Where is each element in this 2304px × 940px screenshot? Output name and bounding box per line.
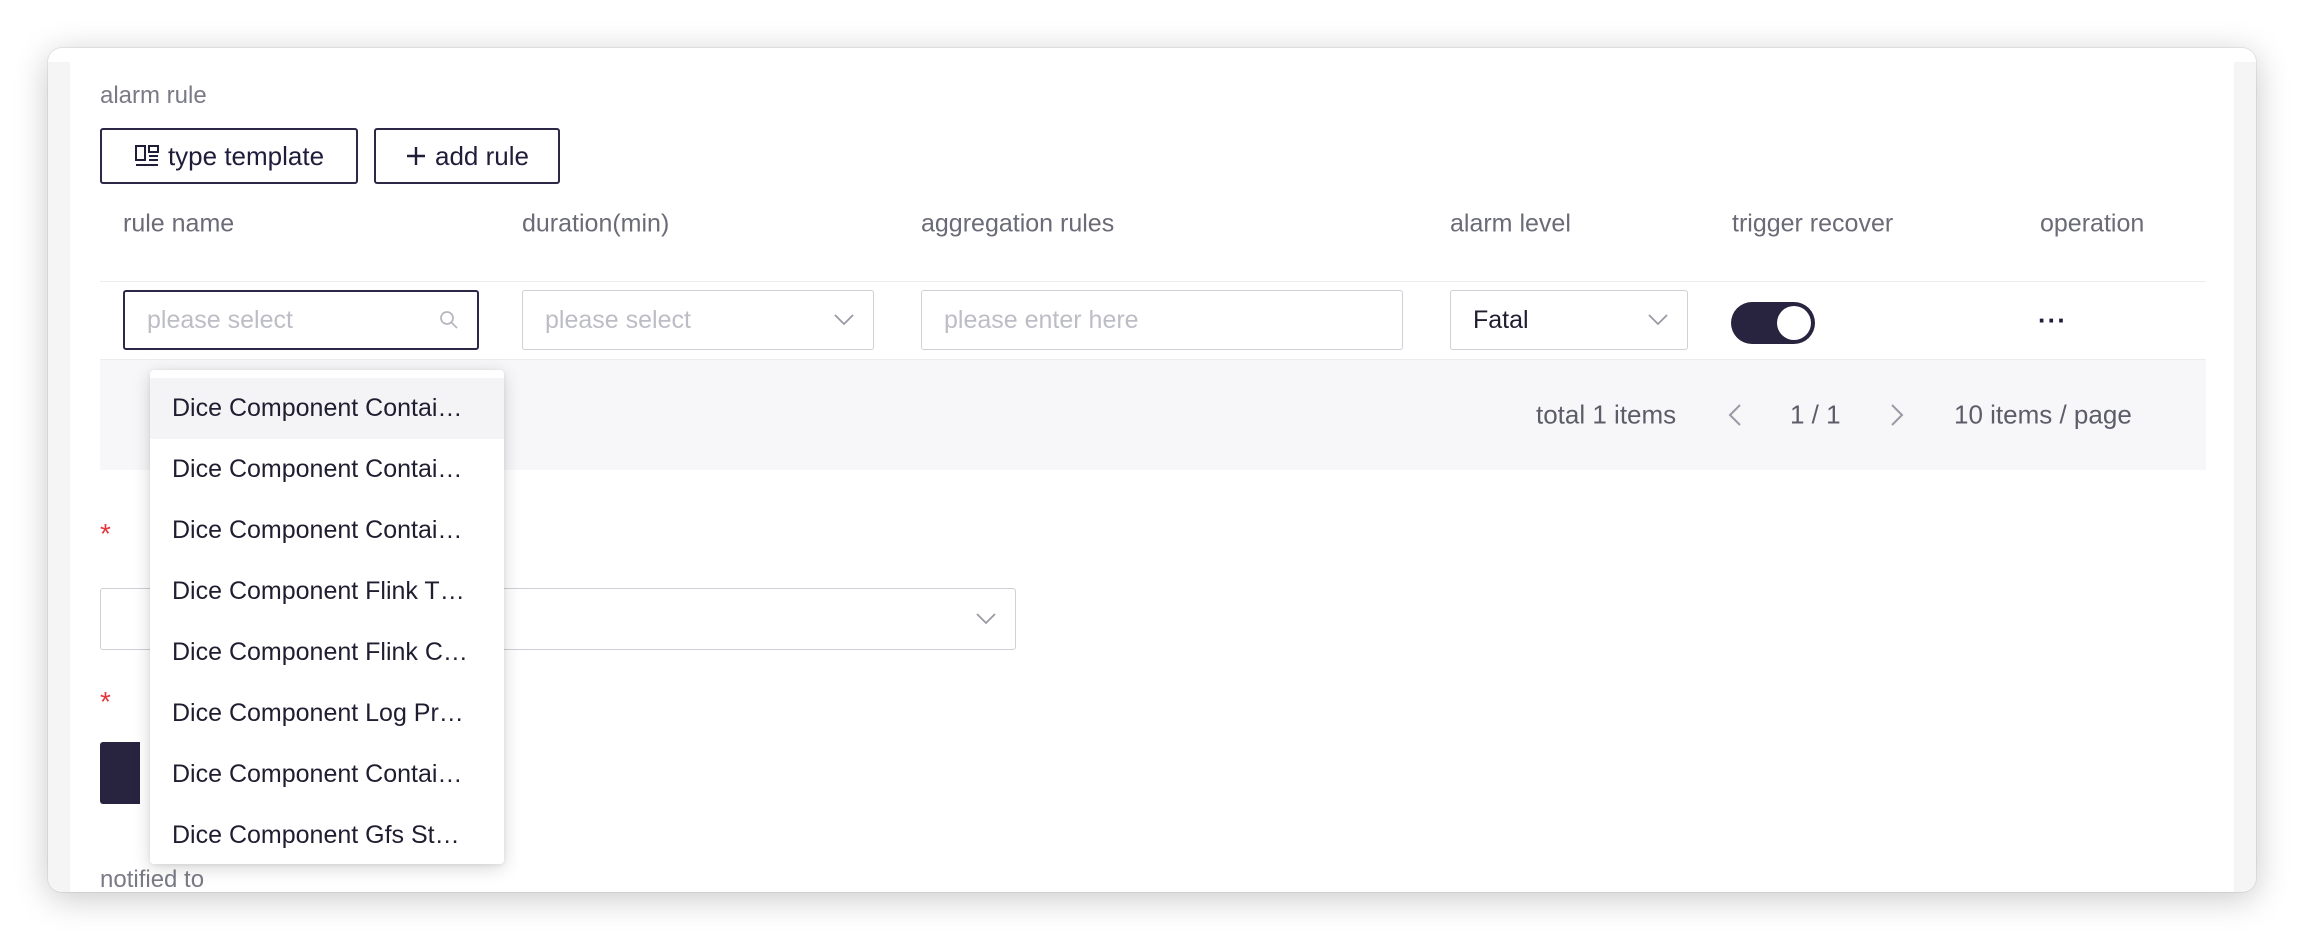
rule-name-dropdown: Dice Component Contai… Dice Component Co… <box>150 370 504 864</box>
left-gutter <box>48 62 70 892</box>
dropdown-option[interactable]: Dice Component Log Pr… <box>150 683 504 744</box>
option-label: Dice Component Flink C… <box>172 638 468 666</box>
alarm-level-select[interactable]: Fatal <box>1450 290 1688 350</box>
duration-placeholder: please select <box>545 305 691 334</box>
dropdown-option[interactable]: Dice Component Flink T… <box>150 561 504 622</box>
notified-to-label: notified to <box>100 866 205 892</box>
pagination-total: total 1 items <box>1536 399 1677 430</box>
option-label: Dice Component Contai… <box>172 760 463 788</box>
more-options-button[interactable]: ··· <box>2038 307 2067 333</box>
column-header-operation: operation <box>2040 209 2145 238</box>
column-header-trigger-recover: trigger recover <box>1732 209 1894 238</box>
right-gutter <box>2234 62 2256 892</box>
next-page-icon[interactable] <box>1890 403 1904 427</box>
option-label: Dice Component Flink T… <box>172 577 465 605</box>
dropdown-option[interactable]: Dice Component Contai… <box>150 439 504 500</box>
dropdown-option[interactable]: Dice Component Contai… <box>150 378 504 439</box>
chevron-down-icon <box>1647 313 1669 327</box>
dropdown-option[interactable]: Dice Component Contai… <box>150 744 504 805</box>
search-icon <box>439 310 459 330</box>
column-header-aggregation-rules: aggregation rules <box>921 209 1115 238</box>
column-header-rule-name: rule name <box>123 209 235 238</box>
page-size-select[interactable]: 10 items / page <box>1954 400 2132 431</box>
add-rule-label: add rule <box>435 140 529 171</box>
option-label: Dice Component Log Pr… <box>172 699 464 727</box>
plus-icon <box>405 145 427 167</box>
chevron-down-icon <box>975 612 997 626</box>
aggregation-placeholder: please enter here <box>944 305 1139 334</box>
pagination-current: 1 / 1 <box>1790 399 1841 430</box>
chevron-down-icon <box>833 313 855 327</box>
dropdown-option[interactable]: Dice Component Gfs St… <box>150 805 504 866</box>
rule-name-placeholder: please select <box>147 305 293 334</box>
alarm-level-value: Fatal <box>1473 305 1529 334</box>
column-header-duration: duration(min) <box>522 209 670 238</box>
type-template-label: type template <box>167 140 325 171</box>
column-header-alarm-level: alarm level <box>1450 209 1571 238</box>
add-rule-button[interactable]: add rule <box>374 128 560 184</box>
option-label: Dice Component Contai… <box>172 455 463 483</box>
rule-name-select[interactable]: please select <box>123 290 479 350</box>
option-label: Dice Component Contai… <box>172 516 463 544</box>
aggregation-rules-input[interactable]: please enter here <box>921 290 1403 350</box>
required-mark: * <box>100 686 111 717</box>
required-mark: * <box>100 518 111 549</box>
alarm-rule-label: alarm rule <box>100 82 207 109</box>
trigger-recover-toggle[interactable] <box>1731 302 1815 344</box>
toggle-knob <box>1777 306 1811 340</box>
option-label: Dice Component Gfs St… <box>172 821 460 849</box>
dropdown-option[interactable]: Dice Component Flink C… <box>150 622 504 683</box>
dropdown-option[interactable]: Dice Component Contai… <box>150 500 504 561</box>
form-button[interactable] <box>100 742 140 804</box>
option-label: Dice Component Contai… <box>172 394 463 422</box>
template-icon <box>134 143 160 169</box>
type-template-button[interactable]: type template <box>100 128 358 184</box>
app-window: alarm rule type template add rule rule n… <box>48 48 2256 892</box>
duration-select[interactable]: please select <box>522 290 874 350</box>
prev-page-icon[interactable] <box>1728 403 1742 427</box>
header-divider <box>100 281 2206 282</box>
